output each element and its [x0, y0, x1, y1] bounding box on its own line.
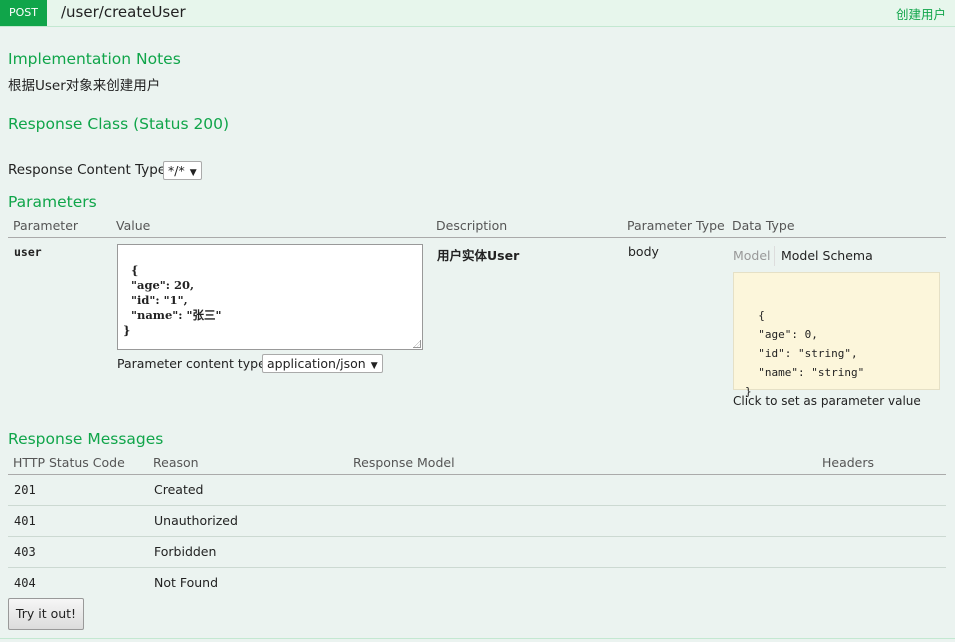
operation-header[interactable]: POST /user/createUser 创建用户 [0, 0, 955, 27]
status-reason: Unauthorized [154, 513, 238, 528]
implementation-notes-text: 根据User对象来创建用户 [8, 78, 161, 94]
status-code: 401 [14, 514, 36, 528]
row-divider [8, 567, 946, 568]
param-name: user [14, 245, 42, 259]
tab-divider [774, 246, 775, 266]
endpoint-path[interactable]: /user/createUser [61, 3, 186, 21]
param-value-text: { "age": 20, "id": "1", "name": "张三" } [123, 263, 222, 337]
col-reason: Reason [153, 455, 199, 470]
col-data-type: Data Type [732, 218, 795, 233]
param-value-textarea[interactable]: { "age": 20, "id": "1", "name": "张三" } [117, 244, 423, 350]
status-reason: Not Found [154, 575, 219, 590]
param-content-type-value: application/json [267, 356, 366, 371]
param-description: 用户实体User [437, 248, 520, 263]
implementation-notes-heading: Implementation Notes [8, 50, 181, 68]
param-content-type-select[interactable]: application/json ▼ [262, 354, 383, 373]
schema-click-hint: Click to set as parameter value [733, 394, 921, 408]
operation-bottom-border [0, 638, 955, 639]
col-response-model: Response Model [353, 455, 455, 470]
col-http-status-code: HTTP Status Code [13, 455, 125, 470]
col-parameter: Parameter [13, 218, 79, 233]
model-schema-text: { "age": 0, "id": "string", "name": "str… [745, 309, 865, 398]
col-headers: Headers [822, 455, 875, 470]
row-divider [8, 505, 946, 506]
col-description: Description [436, 218, 508, 233]
tab-model-schema[interactable]: Model Schema [781, 248, 873, 263]
operation-summary[interactable]: 创建用户 [896, 4, 946, 23]
param-type: body [628, 244, 659, 259]
responses-header-rule [8, 474, 946, 475]
param-content-type-label: Parameter content type: [117, 356, 270, 371]
status-reason: Created [154, 482, 204, 497]
try-it-out-button[interactable]: Try it out! [8, 598, 84, 630]
http-method-badge[interactable]: POST [0, 0, 47, 26]
tab-model[interactable]: Model [733, 248, 771, 263]
status-code: 404 [14, 576, 36, 590]
row-divider [8, 536, 946, 537]
response-content-type-value: */* [168, 163, 185, 178]
dropdown-arrow-icon: ▼ [370, 361, 378, 371]
parameters-heading: Parameters [8, 193, 97, 211]
resize-handle-icon[interactable] [413, 340, 421, 348]
response-messages-heading: Response Messages [8, 430, 164, 448]
status-code: 403 [14, 545, 36, 559]
col-parameter-type: Parameter Type [627, 218, 725, 233]
parameters-header-rule [8, 237, 946, 238]
status-reason: Forbidden [154, 544, 217, 559]
response-content-type-label: Response Content Type [8, 162, 167, 178]
response-content-type-select[interactable]: */* ▼ [163, 161, 202, 180]
model-schema-snippet[interactable]: { "age": 0, "id": "string", "name": "str… [733, 272, 940, 398]
status-code: 201 [14, 483, 36, 497]
col-value: Value [116, 218, 151, 233]
dropdown-arrow-icon: ▼ [189, 168, 197, 178]
response-class-heading: Response Class (Status 200) [8, 115, 230, 133]
